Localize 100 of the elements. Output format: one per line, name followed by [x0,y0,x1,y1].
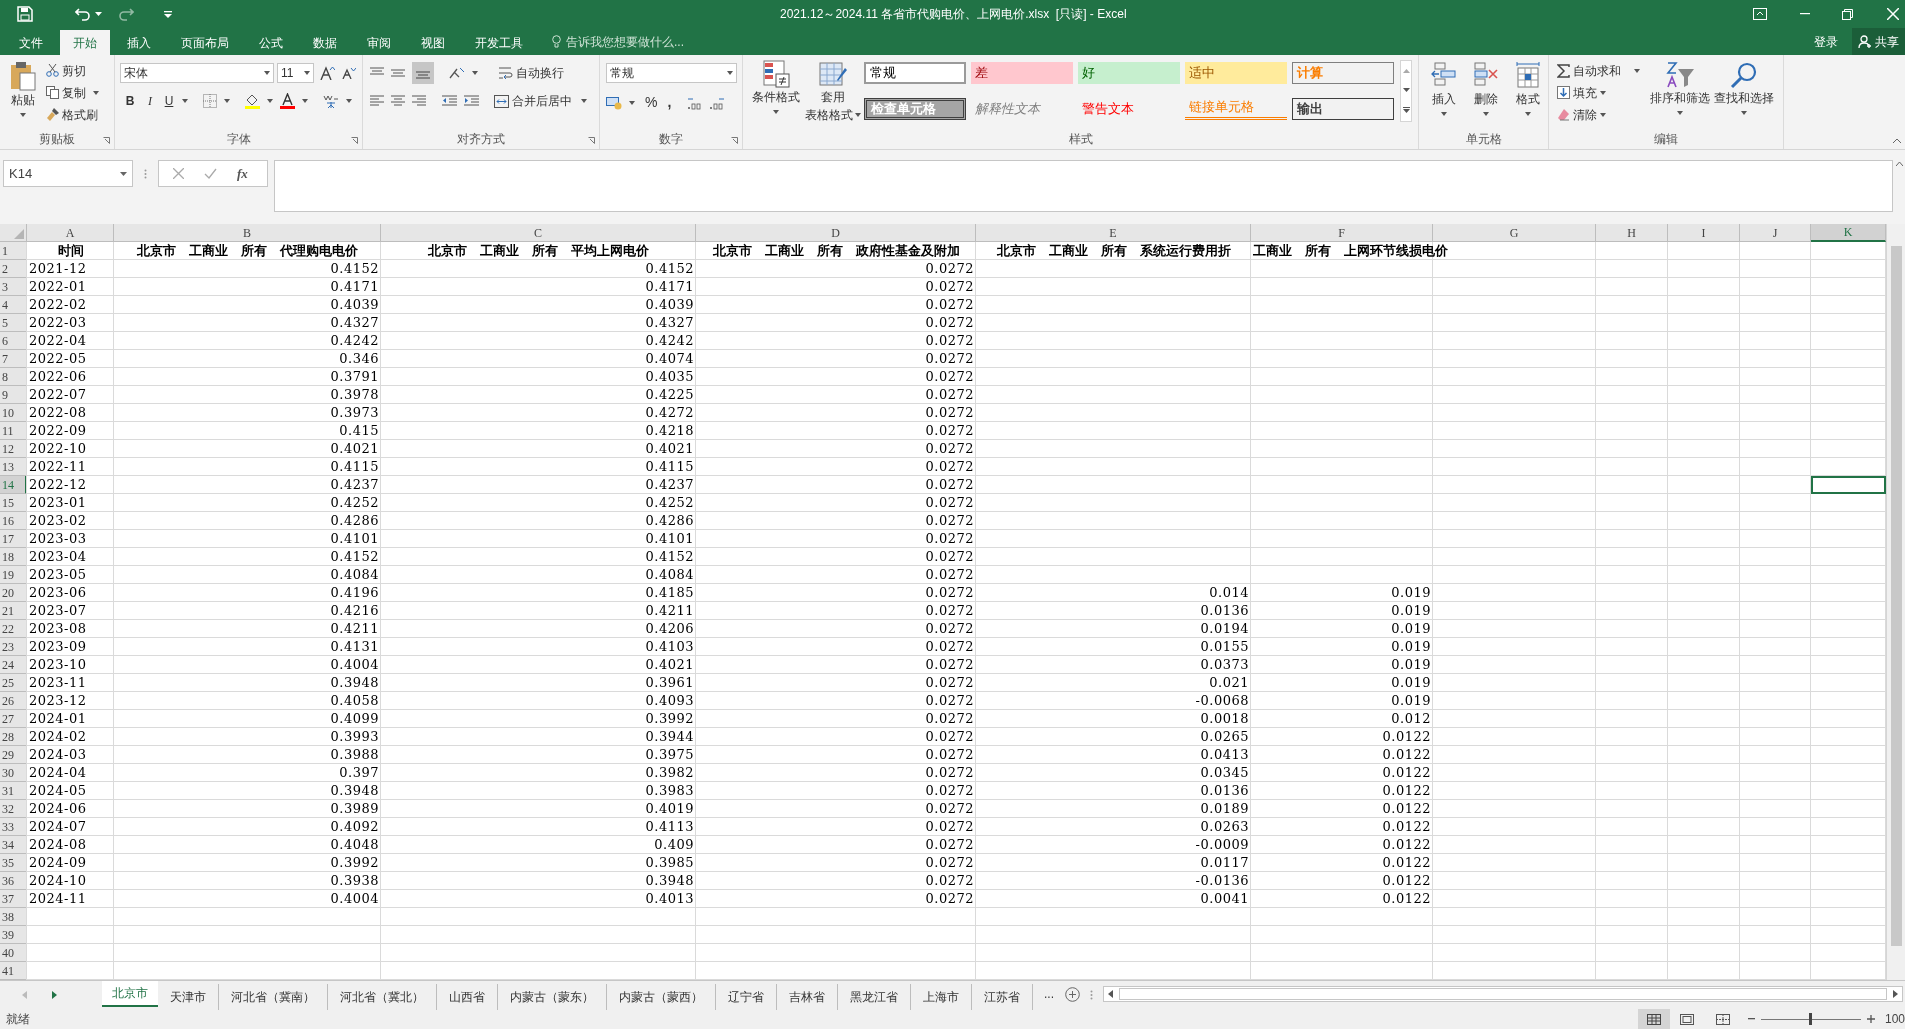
row-header[interactable]: 1 [0,242,27,260]
row-header[interactable]: 20 [0,584,27,602]
zoom-in-icon[interactable] [1866,1015,1875,1023]
normal-view-button[interactable] [1637,1009,1670,1029]
increase-indent-icon[interactable] [464,95,479,107]
dialog-launcher-icon[interactable] [351,137,358,144]
cell-style[interactable]: 警告文本 [1078,97,1180,120]
paste-button[interactable]: 粘贴 [4,61,42,129]
percent-button[interactable]: % [645,92,658,113]
share-button[interactable]: 共享 [1852,28,1905,55]
cell-style[interactable]: 输出 [1292,97,1394,120]
row-header[interactable]: 38 [0,908,27,926]
restore-icon[interactable] [1842,8,1853,20]
decrease-indent-icon[interactable] [442,95,457,107]
row-header[interactable]: 4 [0,296,27,314]
italic-button[interactable]: I [144,92,156,110]
number-format-dropdown[interactable]: 常规 [606,63,737,83]
merge-center-button[interactable]: 合并后居中 [494,92,587,110]
sheet-tab[interactable]: 北京市 [102,981,158,1007]
minimize-icon[interactable] [1800,13,1810,15]
tell-me-field[interactable]: 告诉我您想要做什么... [552,28,684,55]
shrink-font-icon[interactable] [342,67,356,79]
row-header[interactable]: 3 [0,278,27,296]
fill-color-icon[interactable] [245,93,260,109]
underline-button[interactable]: U [163,92,175,110]
name-box[interactable]: K14 [3,160,133,187]
cut-button[interactable]: 剪切 [46,61,99,80]
phonetic-icon[interactable] [323,93,339,109]
row-header[interactable]: 27 [0,710,27,728]
currency-icon[interactable] [606,95,623,110]
sign-in-link[interactable]: 登录 [1814,32,1838,51]
caret-icon[interactable] [629,100,635,105]
row-header[interactable]: 29 [0,746,27,764]
selected-cell[interactable] [1811,476,1886,494]
delete-cells-button[interactable]: 删除 [1469,62,1503,129]
drag-handle-icon[interactable] [1090,990,1093,1000]
row-header[interactable]: 26 [0,692,27,710]
comma-button[interactable]: , [667,92,672,113]
dialog-launcher-icon[interactable] [103,137,110,144]
save-icon[interactable] [17,6,33,22]
caret-icon[interactable] [224,99,230,103]
column-header[interactable]: B [114,224,381,242]
scroll-down-icon[interactable] [1402,88,1410,92]
row-header[interactable]: 36 [0,872,27,890]
row-header[interactable]: 7 [0,350,27,368]
clear-button[interactable]: 清除 [1557,105,1640,124]
row-header[interactable]: 25 [0,674,27,692]
row-header[interactable]: 19 [0,566,27,584]
row-header[interactable]: 12 [0,440,27,458]
row-header[interactable]: 39 [0,926,27,944]
fill-button[interactable]: 填充 [1557,83,1640,102]
grow-font-icon[interactable] [320,66,335,80]
page-layout-icon[interactable] [1679,1013,1694,1025]
column-header[interactable]: F [1251,224,1433,242]
find-select-button[interactable]: 查找和选择 [1714,61,1774,129]
more-styles-icon[interactable] [1402,107,1410,114]
page-break-icon[interactable] [1715,1013,1730,1025]
row-header[interactable]: 35 [0,854,27,872]
dialog-launcher-icon[interactable] [731,137,738,144]
format-painter-button[interactable]: 格式刷 [46,105,99,124]
sort-filter-button[interactable]: 排序和筛选 [1650,61,1710,129]
horizontal-scrollbar[interactable] [1103,986,1903,1002]
menu-tab[interactable]: 文件 [6,30,56,55]
row-header[interactable]: 34 [0,836,27,854]
column-header[interactable]: D [696,224,976,242]
format-as-table-button[interactable]: 套用 表格格式 [804,60,862,129]
row-header[interactable]: 30 [0,764,27,782]
increase-decimal-icon[interactable] [687,95,704,110]
menu-tab[interactable]: 数据 [300,30,350,55]
row-header[interactable]: 2 [0,260,27,278]
undo-icon[interactable] [75,7,91,21]
column-header[interactable]: K [1811,224,1886,242]
menu-tab[interactable]: 开发工具 [462,30,536,55]
row-header[interactable]: 16 [0,512,27,530]
menu-tab[interactable]: 审阅 [354,30,404,55]
menu-tab[interactable]: 插入 [114,30,164,55]
menu-tab[interactable]: 公式 [246,30,296,55]
font-name-dropdown[interactable]: 宋体 [120,63,274,83]
caret-icon[interactable] [267,99,273,103]
add-sheet-icon[interactable] [1065,987,1080,1002]
scroll-right-icon[interactable] [52,991,57,999]
caret-icon[interactable] [302,99,308,103]
insert-function-button[interactable]: fx [237,163,248,184]
row-header[interactable]: 31 [0,782,27,800]
scroll-right-icon[interactable] [1893,990,1898,998]
cell-style[interactable]: 常规 [864,62,966,84]
scroll-left-icon[interactable] [1108,990,1113,998]
insert-cells-button[interactable]: 插入 [1427,62,1461,129]
column-header[interactable]: A [27,224,114,242]
row-header[interactable]: 8 [0,368,27,386]
row-header[interactable]: 40 [0,944,27,962]
column-header[interactable]: H [1596,224,1668,242]
format-cells-button[interactable]: 格式 [1511,62,1545,129]
cell-style[interactable]: 好 [1078,62,1180,84]
vertical-scrollbar[interactable] [1886,224,1905,980]
cell-style[interactable]: 适中 [1185,62,1287,84]
zoom-slider[interactable] [1760,1013,1861,1025]
dialog-launcher-icon[interactable] [588,137,595,144]
decrease-decimal-icon[interactable] [709,95,726,110]
conditional-formatting-button[interactable]: 条件格式 [748,60,804,129]
